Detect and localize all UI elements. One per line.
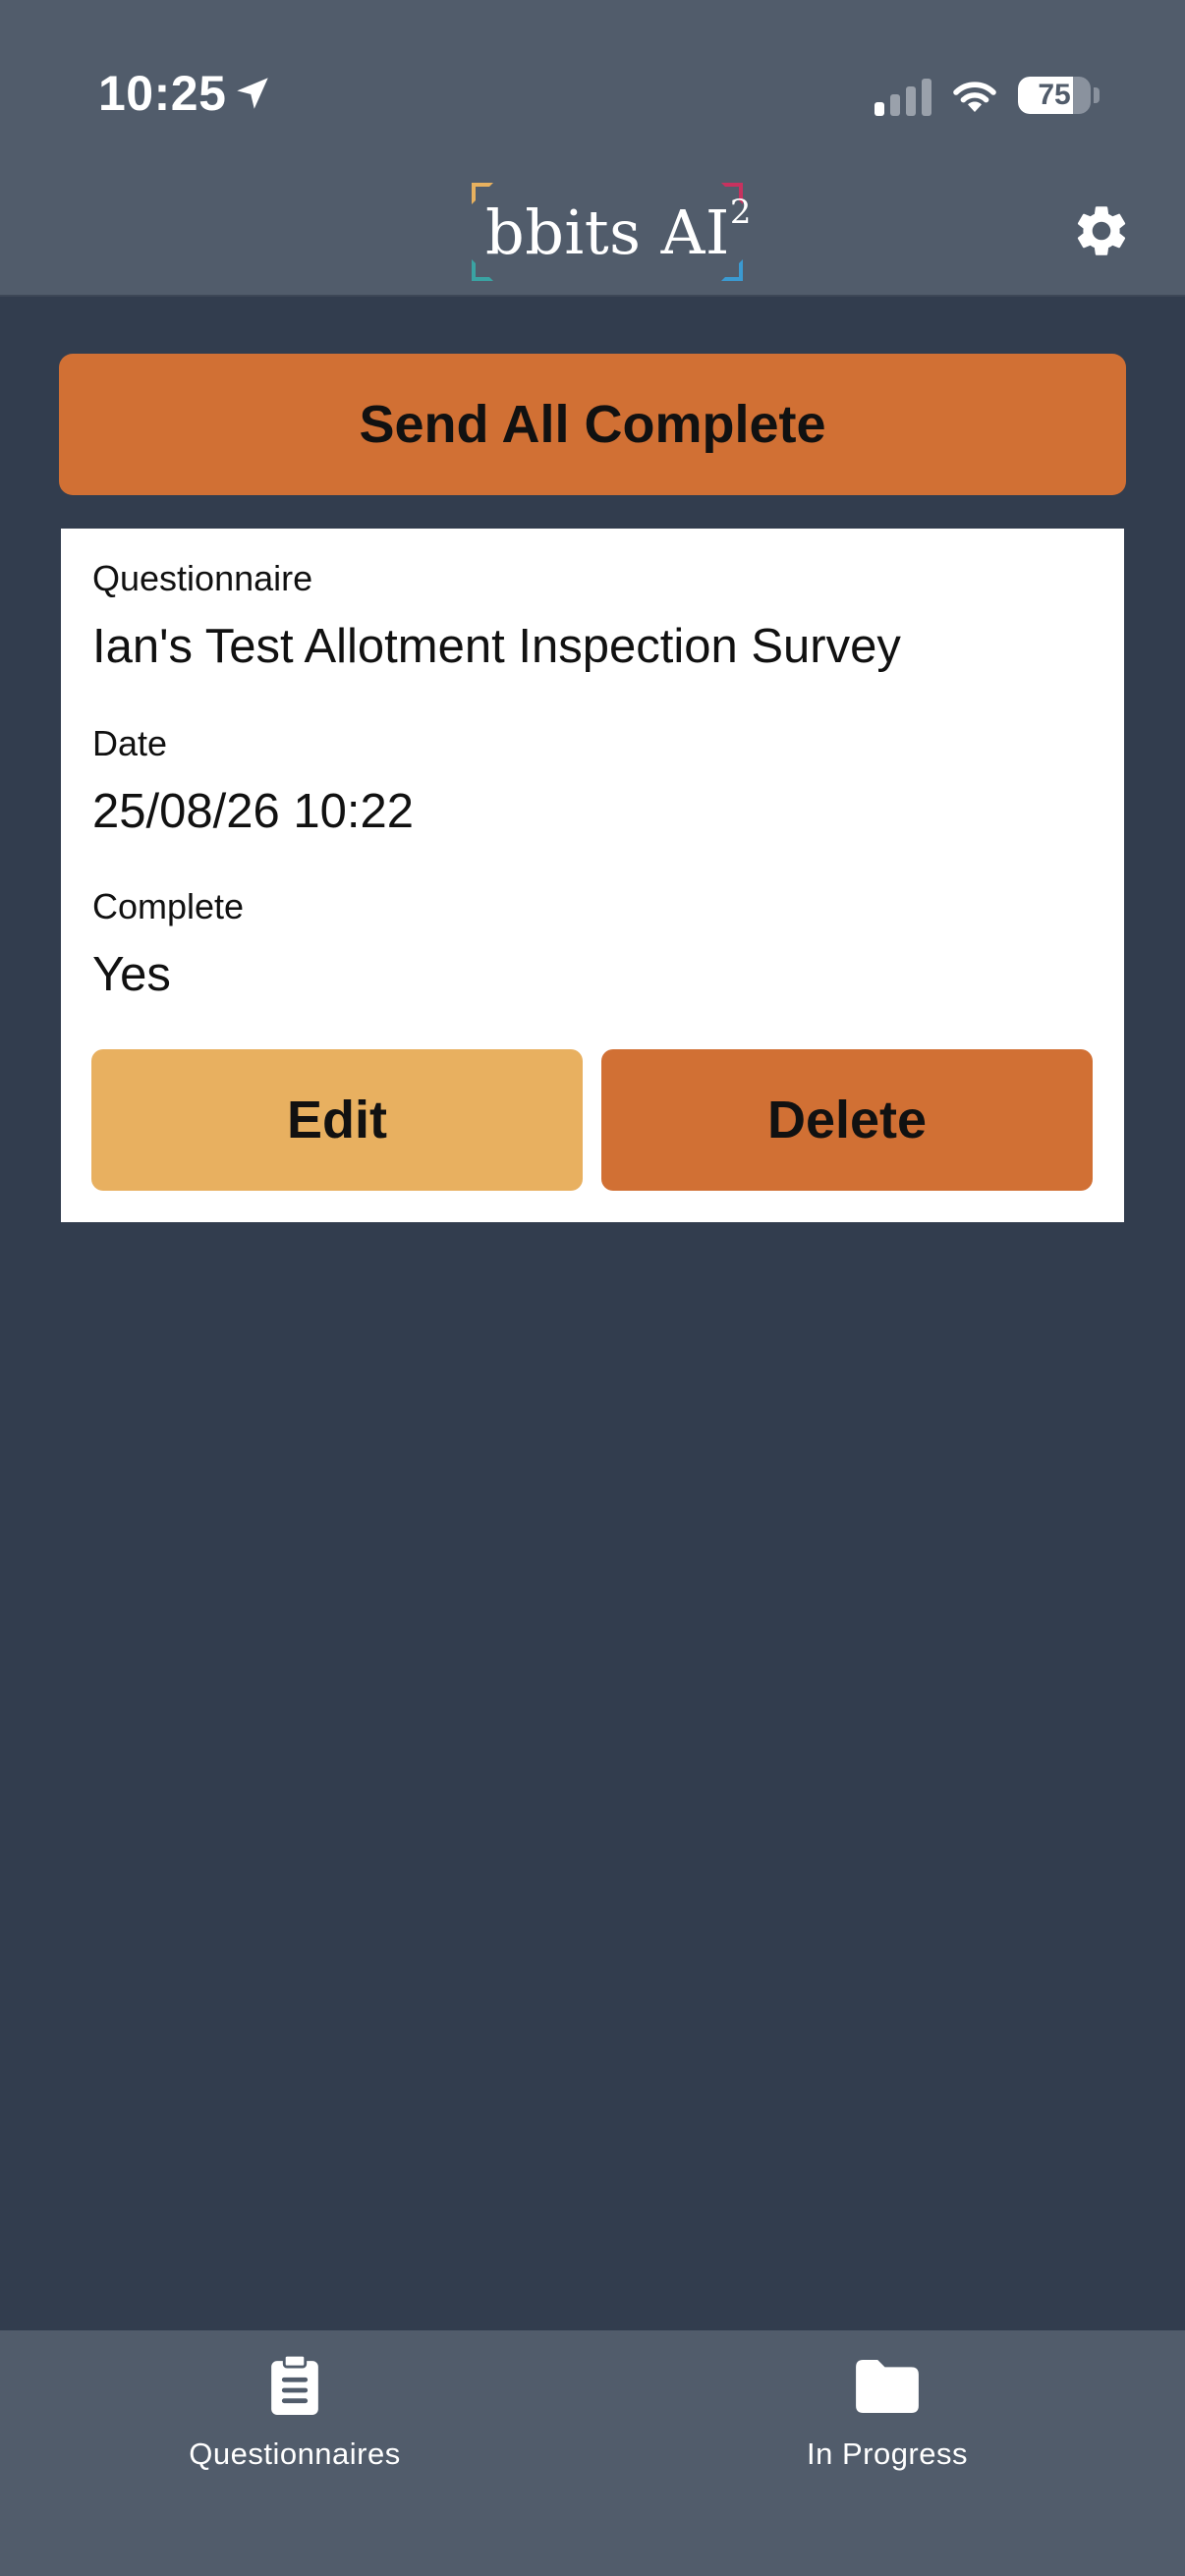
logo-wordmark: bbits AI [485,196,730,268]
location-arrow-icon [237,78,268,109]
questionnaire-record-card: Questionnaire Ian's Test Allotment Inspe… [61,529,1124,1222]
battery-indicator: 75 [1018,77,1091,114]
wifi-icon [953,82,996,112]
logo-superscript: 2 [729,193,753,232]
complete-label: Complete [92,886,245,926]
battery-percent: 75 [1038,79,1071,111]
send-all-complete-button[interactable]: Send All Complete [59,354,1126,495]
complete-value: Yes [92,948,171,1001]
clipboard-icon [271,2354,318,2415]
bottom-tab-bar: Questionnaires In Progress [0,2330,1185,2576]
edit-button[interactable]: Edit [91,1049,583,1191]
top-header: 10:25 75 bbits AI2 [0,0,1185,297]
battery-tip [1094,87,1100,103]
tab-in-progress-label: In Progress [806,2436,968,2471]
questionnaire-label: Questionnaire [92,558,313,598]
tab-questionnaires-label: Questionnaires [189,2436,401,2471]
delete-button[interactable]: Delete [601,1049,1093,1191]
app-logo: bbits AI2 [472,183,752,281]
folder-icon [856,2360,919,2413]
tab-in-progress[interactable]: In Progress [691,2330,1084,2497]
date-label: Date [92,723,168,763]
cellular-signal-icon [875,79,931,116]
status-time: 10:25 [98,66,227,121]
gear-icon[interactable] [1071,200,1132,261]
tab-questionnaires[interactable]: Questionnaires [98,2330,491,2497]
date-value: 25/08/26 10:22 [92,785,414,838]
questionnaire-value: Ian's Test Allotment Inspection Survey [92,620,901,673]
logo-text: bbits AI2 [485,193,753,268]
